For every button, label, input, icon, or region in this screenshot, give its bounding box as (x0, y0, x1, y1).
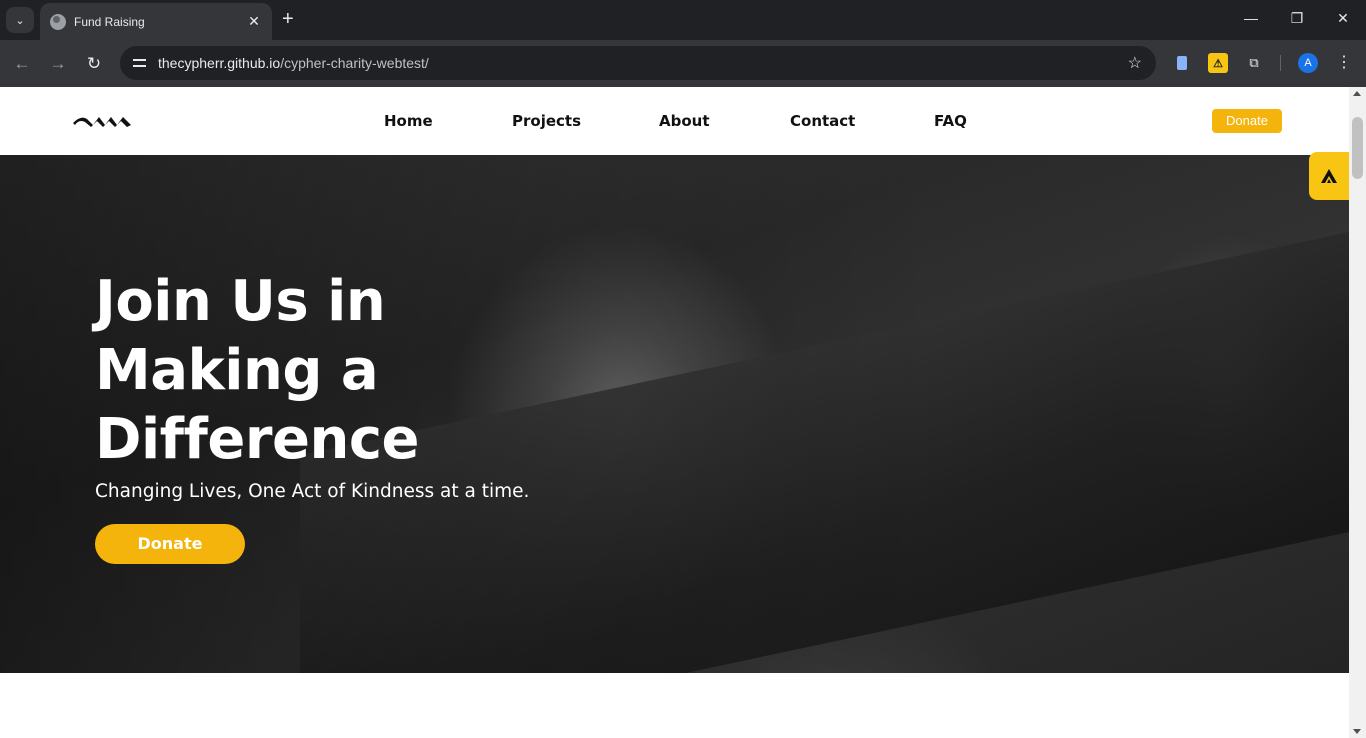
nav-link-projects[interactable]: Projects (512, 112, 581, 130)
nav-link-about[interactable]: About (659, 112, 710, 130)
nav-link-contact[interactable]: Contact (790, 112, 855, 130)
plus-icon[interactable]: + (282, 9, 294, 29)
menu-dots-icon[interactable]: ⋮ (1334, 52, 1354, 72)
forward-icon[interactable]: → (46, 52, 70, 76)
back-icon[interactable]: ← (10, 52, 34, 76)
extension-warning-icon[interactable]: ⚠ (1208, 53, 1228, 73)
reload-icon[interactable]: ↻ (82, 52, 106, 76)
extension-logo-icon (1321, 169, 1337, 183)
tab-search-icon[interactable]: ⌄ (6, 7, 34, 33)
nav-link-faq[interactable]: FAQ (934, 112, 967, 130)
floating-extension-badge[interactable] (1309, 152, 1349, 200)
tab-title: Fund Raising (74, 14, 145, 29)
scroll-down-icon[interactable] (1353, 729, 1361, 734)
nav-link-home[interactable]: Home (384, 112, 433, 130)
globe-icon (50, 13, 66, 30)
hero-donate-button[interactable]: Donate (95, 524, 245, 564)
site-info-icon[interactable] (130, 53, 150, 73)
address-bar[interactable]: thecypherr.github.io/cypher-charity-webt… (120, 46, 1156, 80)
active-tab[interactable]: Fund Raising ✕ (40, 3, 272, 40)
scroll-up-icon[interactable] (1353, 91, 1361, 96)
hero-title: Join Us in Making a Difference (95, 267, 495, 474)
browser-toolbar: ← → ↻ thecypherr.github.io/cypher-charit… (0, 40, 1366, 87)
window-close-icon[interactable]: ✕ (1320, 10, 1366, 27)
url-text[interactable]: thecypherr.github.io/cypher-charity-webt… (158, 55, 429, 71)
toolbar-divider (1280, 55, 1281, 71)
main-nav: Home Projects About Contact FAQ (0, 87, 1349, 155)
site-header: Home Projects About Contact FAQ Donate (0, 87, 1349, 155)
header-donate-button[interactable]: Donate (1212, 109, 1282, 133)
hero-subtitle: Changing Lives, One Act of Kindness at a… (95, 481, 530, 502)
page-viewport: Home Projects About Contact FAQ Donate J… (0, 87, 1366, 738)
close-icon[interactable]: ✕ (246, 13, 262, 30)
extension-doc-icon[interactable] (1172, 53, 1192, 73)
hero-title-line-2: Making a (95, 338, 379, 403)
restore-icon[interactable]: ❐ (1274, 10, 1320, 27)
hero-section: Join Us in Making a Difference Changing … (0, 155, 1349, 673)
hero-title-line-3: Difference (95, 407, 420, 472)
page-scrollbar[interactable] (1349, 87, 1366, 738)
minimize-icon[interactable]: — (1228, 10, 1274, 26)
puzzle-icon[interactable]: ⧉ (1244, 53, 1264, 73)
avatar[interactable]: A (1298, 53, 1318, 73)
hero-title-line-1: Join Us in (95, 269, 386, 334)
tab-strip: ⌄ Fund Raising ✕ + — ❐ ✕ (0, 0, 1366, 40)
star-icon[interactable]: ☆ (1128, 53, 1142, 73)
scroll-thumb[interactable] (1352, 117, 1363, 179)
